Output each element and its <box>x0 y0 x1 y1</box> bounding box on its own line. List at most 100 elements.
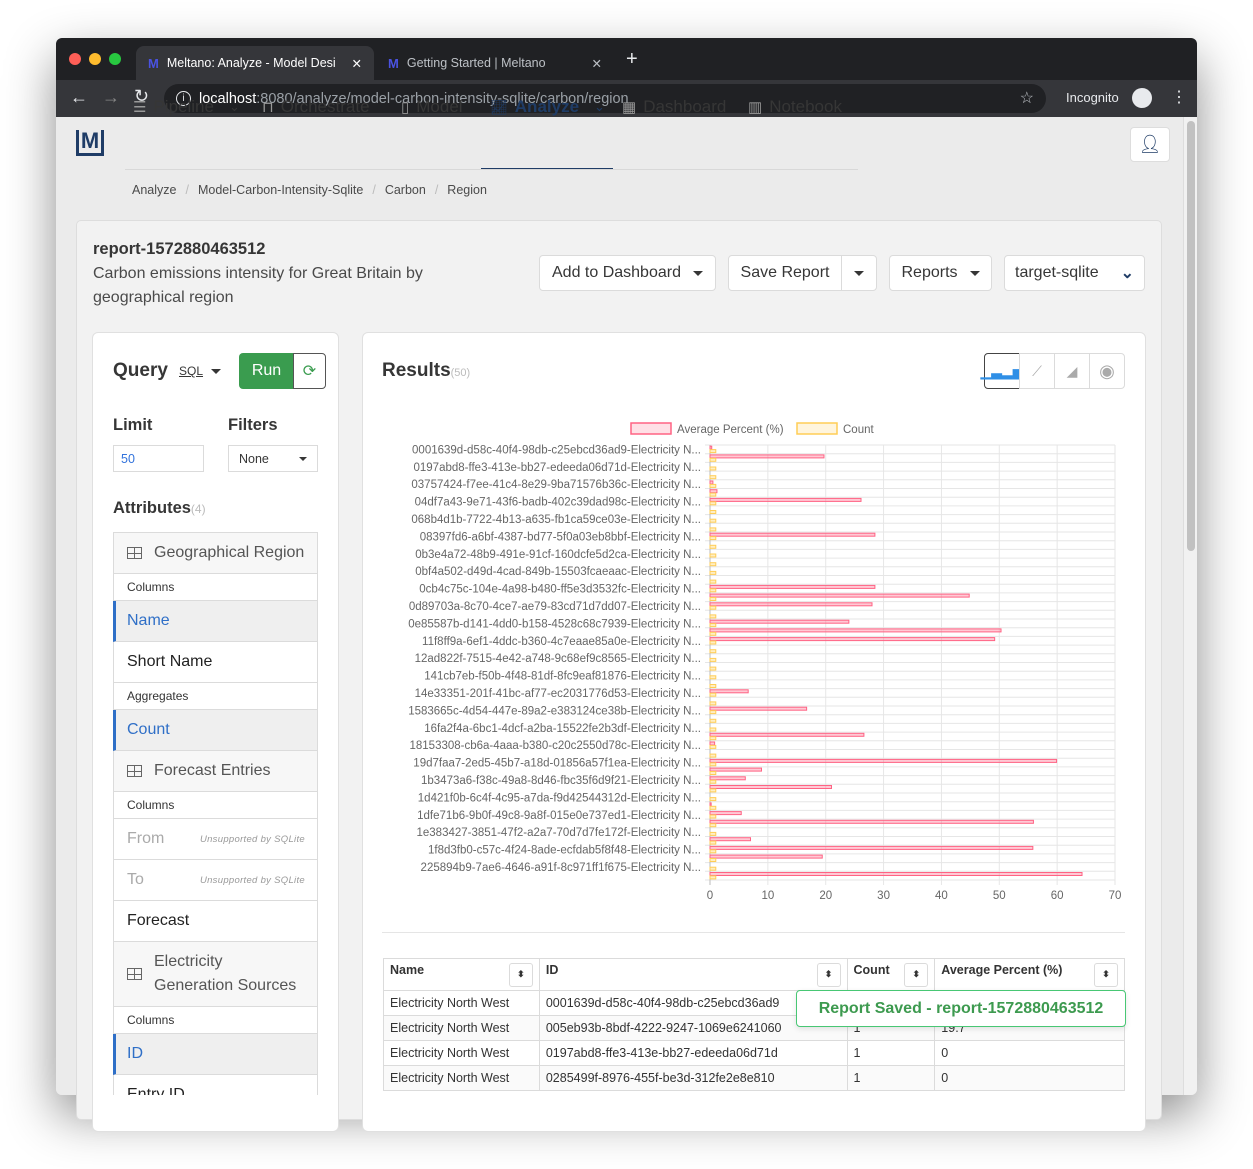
incognito-icon[interactable] <box>1132 88 1152 108</box>
minimize-window-button[interactable] <box>89 53 101 65</box>
limit-input[interactable] <box>113 445 204 472</box>
caret-down-icon <box>692 270 703 276</box>
report-saved-toast: Report Saved - report-1572880463512 <box>796 990 1126 1027</box>
close-tab-icon[interactable]: ✕ <box>592 56 602 71</box>
run-button[interactable]: Run <box>239 353 294 389</box>
attribute-item[interactable]: From Unsupported by SQLite <box>113 819 318 860</box>
bar-count <box>709 510 717 514</box>
bar-average-percent <box>709 637 996 642</box>
attribute-group-header[interactable]: Electricity Generation Sources <box>113 942 318 1007</box>
bar-chart-button[interactable]: ▁▃▂▅ <box>980 353 1024 389</box>
bar-count <box>709 492 717 497</box>
bar-count <box>709 475 717 480</box>
nav-analyze[interactable]: 📈︎ Analyze ⌄ <box>490 96 605 118</box>
chevron-down-icon: ⌄ <box>228 99 240 114</box>
bookmark-star-icon[interactable]: ☆ <box>1020 88 1034 108</box>
attribute-item[interactable]: To Unsupported by SQLite <box>113 860 318 901</box>
back-icon[interactable]: ← <box>70 87 88 108</box>
sort-icon[interactable]: ⬍ <box>816 962 841 987</box>
sort-icon[interactable]: ⬍ <box>904 962 929 987</box>
x-tick-label: 0 <box>707 890 713 902</box>
attribute-group-header[interactable]: Forecast Entries <box>113 751 318 792</box>
area-chart-button[interactable]: ◢ <box>1054 353 1090 389</box>
nav-dashboard[interactable]: ▦ Dashboard <box>622 96 726 118</box>
bar-average-percent <box>709 776 746 781</box>
nav-model[interactable]: ▯ Model <box>401 96 463 118</box>
table-icon <box>127 968 142 980</box>
table-cell: Electricity North West <box>383 1040 540 1066</box>
bar-count <box>709 536 717 541</box>
reports-button[interactable]: Reports <box>889 255 992 291</box>
attribute-item[interactable]: Name <box>113 601 318 642</box>
attribute-item[interactable]: Count <box>113 710 318 751</box>
bar-average-percent <box>709 445 713 450</box>
maximize-window-button[interactable] <box>109 53 121 65</box>
table-cell: 0 <box>934 1040 1125 1066</box>
line-chart-button[interactable]: ⟋ <box>1019 353 1055 389</box>
bar-average-percent <box>709 454 825 459</box>
browser-tab[interactable]: M Getting Started | Meltano ✕ <box>376 46 614 80</box>
bar-count <box>709 562 717 567</box>
table-cell: Electricity North West <box>383 1065 540 1091</box>
y-tick-label: 19d7faa7-2ed5-45b7-a18d-01856a57f1ea-Ele… <box>413 758 701 770</box>
y-tick-label: 1dfe71b6-9b0f-49c8-9a8f-015e0e737ed1-Ele… <box>417 810 701 822</box>
table-cell: 1 <box>846 1040 936 1066</box>
x-tick-label: 20 <box>819 890 832 902</box>
y-tick-label: 068b4d1b-7722-4b13-a635-fb1ca59ce03e-Ele… <box>411 514 701 526</box>
scrollbar-thumb[interactable] <box>1187 121 1195 551</box>
breadcrumb-region[interactable]: Region <box>447 183 487 197</box>
breadcrumb-model[interactable]: Model-Carbon-Intensity-Sqlite <box>198 183 363 197</box>
attribute-group-header[interactable]: Geographical Region <box>113 533 318 574</box>
query-sql-toggle[interactable]: SQL <box>179 364 222 378</box>
attribute-item[interactable]: ID <box>113 1034 318 1075</box>
nav-orchestrate[interactable]: ⊓ Orchestrate <box>262 96 370 118</box>
y-tick-label: 0e85587b-d141-4dd0-b158-4528c68c7939-Ele… <box>408 618 701 630</box>
column-header: Name ⬍ <box>383 958 540 991</box>
attribute-item[interactable]: Entry ID <box>113 1075 318 1095</box>
nav-pipeline[interactable]: ☰ Pipeline ⌄ <box>133 96 240 118</box>
bar-count <box>709 762 717 767</box>
bar-count <box>709 797 717 802</box>
unsupported-note: Unsupported by SQLite <box>199 874 305 886</box>
attribute-item[interactable]: Forecast <box>113 901 318 942</box>
bar-count <box>709 553 717 558</box>
save-report-options-button[interactable] <box>841 255 877 291</box>
attributes-label: Attributes(4) <box>113 499 206 517</box>
nav-notebook[interactable]: ▥ Notebook <box>748 96 842 118</box>
browser-tab-active[interactable]: M Meltano: Analyze - Model Desi ✕ <box>136 46 374 80</box>
breadcrumb-carbon[interactable]: Carbon <box>385 183 426 197</box>
bar-count <box>709 814 717 819</box>
add-to-dashboard-button[interactable]: Add to Dashboard <box>539 255 716 291</box>
save-report-button[interactable]: Save Report <box>728 255 842 291</box>
bar-average-percent <box>709 532 876 537</box>
legend-swatch-average-percent <box>630 422 672 435</box>
bar-chart-icon: ▁▃▂▅ <box>980 362 1024 379</box>
browser-menu-icon[interactable]: ⋮ <box>1171 87 1187 107</box>
forward-icon[interactable]: → <box>102 87 120 108</box>
breadcrumb-analyze[interactable]: Analyze <box>132 183 176 197</box>
table-header-row: Name ⬍ ID ⬍ Count ⬍ Average Percent (%) ⬍ <box>383 958 1125 991</box>
book-icon: ▥ <box>748 99 763 116</box>
sort-icon[interactable]: ⬍ <box>1094 962 1118 987</box>
file-icon: ▯ <box>401 99 410 116</box>
bar-average-percent <box>709 758 1058 763</box>
incognito-label: Incognito <box>1066 90 1119 105</box>
close-window-button[interactable] <box>69 53 81 65</box>
table-cell: 0197abd8-ffe3-413e-bb27-edeeda06d71d <box>538 1040 848 1066</box>
close-tab-icon[interactable]: ✕ <box>352 56 362 71</box>
bar-average-percent <box>709 584 876 589</box>
y-tick-label: 16fa2f4a-6bc1-4dcf-a2ba-15522fe2b3df-Ele… <box>424 723 701 735</box>
new-tab-button[interactable]: + <box>626 48 638 71</box>
filters-select[interactable]: None <box>228 445 318 472</box>
bar-count <box>709 570 717 575</box>
line-chart-icon: ⟋ <box>1032 362 1042 379</box>
meltano-logo[interactable]: M <box>76 130 104 156</box>
pie-chart-button[interactable]: ◉ <box>1089 353 1125 389</box>
sort-icon[interactable]: ⬍ <box>508 962 533 987</box>
auto-run-toggle[interactable]: ⟳ <box>293 353 326 389</box>
user-menu-button[interactable]: 👤︎ <box>1130 127 1170 162</box>
connection-select[interactable]: target-sqlite ⌄ <box>1004 255 1145 291</box>
attribute-item[interactable]: Short Name <box>113 642 318 683</box>
page-scrollbar[interactable] <box>1183 117 1197 1095</box>
bar-count <box>709 597 717 601</box>
